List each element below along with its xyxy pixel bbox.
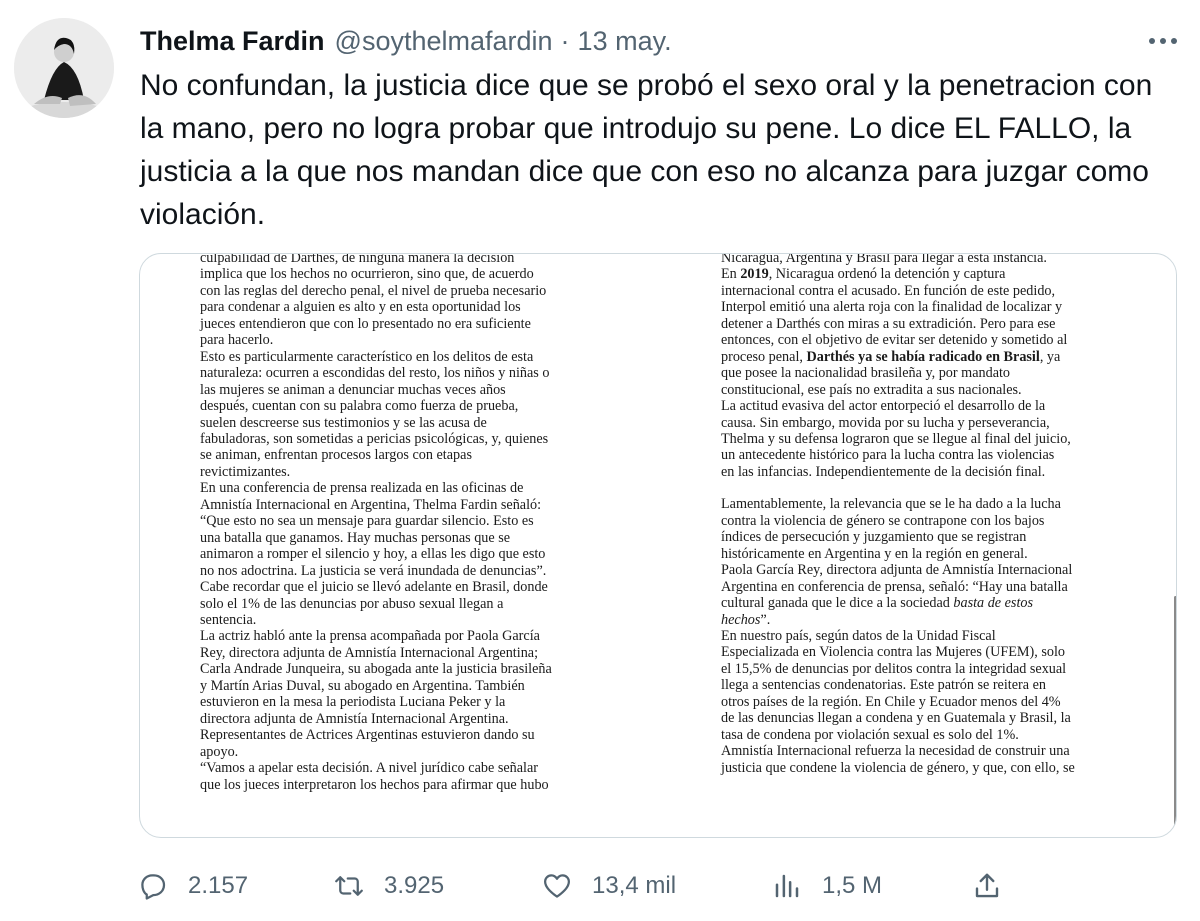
doc-line: con las reglas del derecho penal, el niv… (200, 282, 547, 299)
avatar-photo (14, 18, 114, 118)
tweet-actions: 2.157 3.925 13,4 mil 1,5 M (138, 864, 1038, 908)
doc-line: Interpol emitió una alerta roja con la f… (721, 299, 1063, 316)
doc-line: se animan, enfrentan procesos largos con… (200, 447, 472, 464)
reply-count: 2.157 (188, 872, 249, 899)
doc-line: “Que esto no sea un mensaje para guardar… (200, 513, 534, 530)
doc-line: fabuladoras, son sometidas a pericias ps… (200, 430, 549, 447)
retweet-button[interactable]: 3.925 (334, 864, 444, 908)
retweet-icon (335, 876, 363, 896)
doc-line: directora adjunta de Amnistía Internacio… (200, 710, 509, 727)
author-handle[interactable]: @soythelmafardin (335, 26, 553, 57)
doc-line: estuvieron en la mesa la periodista Luci… (200, 694, 506, 711)
doc-line: Lamentablemente, la relevancia que se le… (721, 496, 1061, 513)
doc-line: solo el 1% de las denuncias por abuso se… (200, 595, 504, 612)
scrollbar[interactable] (1174, 596, 1176, 837)
doc-line: constitucional, ese país no extradita a … (721, 381, 1022, 398)
retweet-count: 3.925 (384, 872, 445, 899)
document-left-column: culpabilidad de Darthés, de ninguna mane… (200, 253, 615, 793)
doc-line: proceso penal, Darthés ya se había radic… (721, 348, 1061, 365)
doc-line: entonces, con el objetivo de evitar ser … (721, 332, 1068, 349)
doc-line: tasa de condena por violación sexual es … (721, 726, 1019, 743)
doc-line: cultural ganada que le dice a la socieda… (721, 595, 1034, 612)
views-icon (775, 874, 799, 898)
doc-line: detener a Darthés con miras a su extradi… (721, 315, 1056, 332)
tweet-date[interactable]: 13 may. (578, 26, 672, 57)
doc-line: para condenar a alguien es alto y en est… (200, 299, 521, 316)
doc-line: Rey, directora adjunta de Amnistía Inter… (200, 644, 539, 661)
views-count: 1,5 M (822, 872, 883, 899)
doc-line: Paola García Rey, directora adjunta de A… (721, 562, 1073, 579)
doc-line: contra la violencia de género se contrap… (721, 512, 1045, 529)
tweet-text: No confundan, la justicia dice que se pr… (140, 69, 1153, 231)
doc-line: Especializada en Violencia contra las Mu… (721, 644, 1066, 661)
like-button[interactable]: 13,4 mil (542, 864, 676, 908)
document-right-column: Nicaragua, Argentina y Brasil para llega… (721, 253, 1141, 776)
doc-line: Esto es particularmente característico e… (200, 348, 534, 365)
doc-line: apoyo. (200, 743, 239, 760)
doc-line: La actriz habló ante la prensa acompañad… (200, 628, 540, 645)
doc-line: En una conferencia de prensa realizada e… (200, 480, 524, 497)
doc-line: internacional contra el acusado. En func… (721, 282, 1056, 299)
doc-line: En nuestro país, según datos de la Unida… (721, 627, 996, 644)
more-button[interactable] (1144, 26, 1182, 56)
doc-line: de las denuncias llegan a condena y en G… (721, 710, 1071, 727)
separator: · (560, 26, 570, 56)
doc-line: el 15,5% de denuncias por delitos contra… (721, 660, 1067, 677)
doc-line: sentencia. (200, 611, 257, 628)
doc-line: llega a sentencias condenatorias. Este p… (721, 677, 1046, 694)
doc-line: Representantes de Actrices Argentinas es… (200, 727, 535, 744)
doc-line: en las infancias. Independientemente de … (721, 463, 1046, 480)
doc-line: las mujeres se animan a denunciar muchas… (200, 381, 506, 398)
doc-line: animaron a romper el silencio y hoy, a e… (200, 546, 546, 563)
tweet-media-image[interactable]: culpabilidad de Darthés, de ninguna mane… (139, 253, 1177, 838)
reply-icon (141, 874, 166, 900)
doc-line: Nicaragua, Argentina y Brasil para llega… (721, 253, 1047, 266)
doc-line: La actitud evasiva del actor entorpeció … (721, 398, 1046, 415)
doc-line: culpabilidad de Darthés, de ninguna mane… (200, 253, 515, 266)
doc-line: “Vamos a apelar esta decisión. A nivel j… (200, 760, 539, 777)
like-icon (544, 874, 570, 898)
doc-line: implica que los hechos no ocurrieron, si… (200, 266, 534, 283)
doc-line: Amnistía Internacional en Argentina, The… (200, 496, 542, 513)
doc-line: Carla Andrade Junqueira, su abogada ante… (200, 661, 552, 678)
doc-line: jueces entendieron que con lo presentado… (200, 315, 531, 332)
share-button[interactable] (972, 864, 1002, 908)
doc-line: otros países de la región. En Chile y Ec… (721, 693, 1061, 710)
doc-line: Amnistía Internacional refuerza la neces… (721, 743, 1070, 760)
doc-line: que los jueces interpretaron los hechos … (200, 776, 549, 793)
doc-line: para hacerlo. (200, 332, 274, 349)
like-count: 13,4 mil (592, 872, 677, 899)
reply-button[interactable]: 2.157 (138, 864, 248, 908)
doc-line: Cabe recordar que el juicio se llevó ade… (200, 579, 548, 596)
doc-line: causa. Sin embargo, movida por su lucha … (721, 414, 1050, 431)
doc-line: no nos adoctrina. La justicia se verá in… (200, 562, 547, 579)
doc-line: históricamente en Argentina y en la regi… (721, 545, 1028, 562)
doc-line: Thelma y su defensa lograron que se lleg… (721, 430, 1071, 447)
doc-line: En 2019, Nicaragua ordenó la detención y… (721, 266, 1006, 283)
doc-line: revictimizantes. (200, 463, 291, 480)
doc-line: Argentina en conferencia de prensa, seña… (721, 578, 1068, 595)
avatar[interactable] (14, 18, 114, 118)
author-name[interactable]: Thelma Fardin (140, 26, 325, 57)
doc-line: naturaleza: ocurren a escondidas del res… (200, 365, 550, 382)
doc-line: suelen descreerse sus testimonios y se l… (200, 414, 487, 431)
doc-line: una batalla que ganamos. Hay muchas pers… (200, 529, 511, 546)
doc-line: hechos”. (721, 611, 771, 628)
doc-line: índices de persecución y juzgamiento que… (721, 529, 1027, 546)
doc-line: un antecedente histórico para la lucha c… (721, 447, 1055, 464)
doc-line: después, cuentan con su palabra como fue… (200, 398, 519, 415)
more-icon (1149, 38, 1177, 44)
views-button[interactable]: 1,5 M (772, 864, 882, 908)
share-icon (975, 873, 999, 898)
doc-line: que posee la nacionalidad brasileña y, p… (721, 365, 1011, 382)
doc-line: y Martín Arias Duval, su abogado en Arge… (200, 677, 525, 694)
doc-line: justicia que condene la violencia de gén… (721, 759, 1075, 776)
tweet-header: Thelma Fardin @soythelmafardin · 13 may. (140, 26, 1180, 60)
